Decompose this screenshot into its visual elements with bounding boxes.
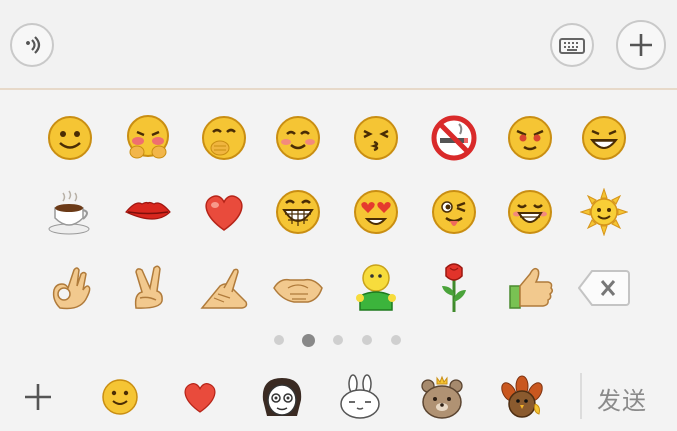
page-dot[interactable] — [333, 335, 343, 345]
keyboard-toggle-button[interactable] — [550, 23, 594, 67]
plus-icon — [630, 34, 652, 56]
voice-input-button[interactable] — [10, 23, 54, 67]
send-button[interactable]: 发送 — [597, 381, 647, 416]
grin-icon[interactable] — [578, 112, 630, 164]
greedy-eyes-icon[interactable] — [504, 112, 556, 164]
page-dot[interactable] — [274, 335, 284, 345]
backspace-icon[interactable] — [578, 262, 630, 314]
send-divider — [580, 373, 582, 419]
page-dot-active[interactable] — [302, 334, 315, 347]
page-dot[interactable] — [391, 335, 401, 345]
keyboard-icon — [559, 38, 585, 54]
emoji-panel — [0, 90, 677, 361]
no-smoking-icon[interactable] — [428, 112, 480, 164]
handshake-icon[interactable] — [272, 262, 324, 314]
default-emoji-icon[interactable] — [96, 373, 144, 421]
ok-hand-icon[interactable] — [44, 262, 96, 314]
victory-hand-icon[interactable] — [122, 262, 174, 314]
heart-icon[interactable] — [198, 186, 250, 238]
laugh-icon[interactable] — [504, 186, 556, 238]
rabbit-sticker-icon[interactable] — [336, 373, 384, 421]
big-grin-icon[interactable] — [272, 186, 324, 238]
input-bar — [0, 0, 677, 90]
turkey-sticker-icon[interactable] — [498, 373, 546, 421]
giggle-icon[interactable] — [198, 112, 250, 164]
lips-icon[interactable] — [122, 186, 174, 238]
sun-icon[interactable] — [578, 186, 630, 238]
page-indicator — [270, 334, 410, 347]
sticker-category-bar: 发送 — [0, 361, 677, 431]
coffee-icon[interactable] — [44, 186, 96, 238]
kiss-icon[interactable] — [350, 112, 402, 164]
rose-icon[interactable] — [428, 262, 480, 314]
message-input[interactable] — [62, 22, 540, 66]
blush-hide-icon[interactable] — [122, 112, 174, 164]
more-options-button[interactable] — [616, 20, 666, 70]
heart-emoji-icon[interactable] — [176, 373, 224, 421]
thumbs-up-icon[interactable] — [504, 262, 556, 314]
bear-sticker-icon[interactable] — [418, 373, 466, 421]
green-figure-icon[interactable] — [350, 262, 402, 314]
smile-icon[interactable] — [44, 112, 96, 164]
add-sticker-icon[interactable] — [14, 373, 62, 421]
girl-sticker-icon[interactable] — [258, 373, 306, 421]
shy-smile-icon[interactable] — [272, 112, 324, 164]
voice-icon — [26, 36, 41, 54]
heart-eyes-icon[interactable] — [350, 186, 402, 238]
wink-tongue-icon[interactable] — [428, 186, 480, 238]
page-dot[interactable] — [362, 335, 372, 345]
fist-salute-icon[interactable] — [198, 262, 250, 314]
